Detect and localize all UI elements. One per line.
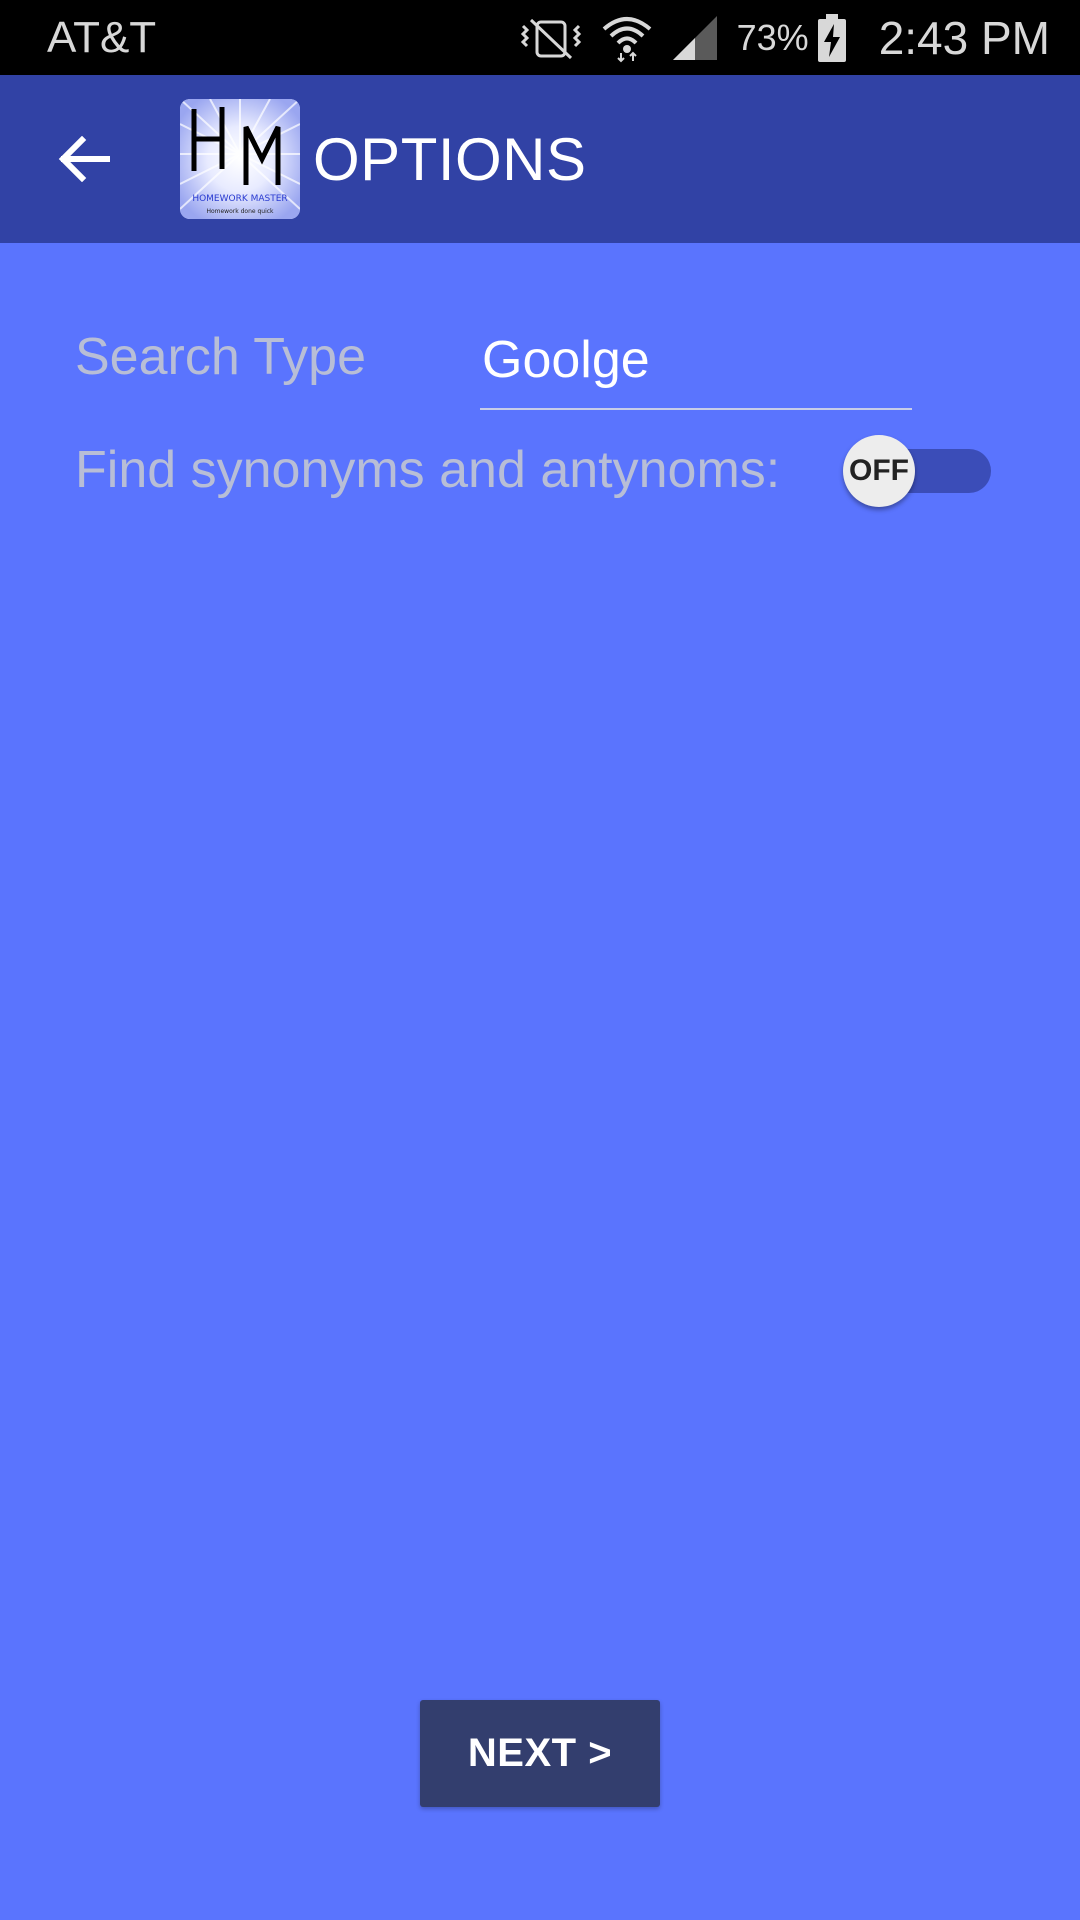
synonyms-toggle[interactable]: OFF xyxy=(843,435,993,507)
carrier-name: AT&T xyxy=(47,13,157,62)
next-button-label: NEXT > xyxy=(467,1731,613,1775)
back-button[interactable] xyxy=(50,125,118,193)
page-title: OPTIONS xyxy=(313,126,587,193)
toggle-thumb: OFF xyxy=(843,435,915,507)
clock: 2:43 PM xyxy=(878,11,1050,64)
search-type-field[interactable]: Goolge xyxy=(480,320,912,410)
app-logo: HOMEWORK MASTER Homework done quick xyxy=(180,99,300,219)
synonyms-label: Find synonyms and antynoms: xyxy=(75,441,781,499)
cell-signal-icon xyxy=(671,14,719,62)
svg-text:HOMEWORK MASTER: HOMEWORK MASTER xyxy=(192,194,287,204)
wifi-icon xyxy=(601,13,653,63)
arrow-back-icon xyxy=(58,136,110,182)
battery-percent: 73% xyxy=(736,16,809,58)
toggle-state-label: OFF xyxy=(849,454,909,487)
battery-charging-icon xyxy=(817,13,847,63)
app-bar: HOMEWORK MASTER Homework done quick OPTI… xyxy=(0,75,1080,243)
status-icons: 73% 2:43 PM xyxy=(519,0,1050,75)
search-type-value: Goolge xyxy=(482,331,650,389)
status-bar: AT&T 73% 2:43 PM xyxy=(0,0,1080,75)
search-type-label: Search Type xyxy=(75,328,367,386)
vibrate-mute-icon xyxy=(519,16,583,60)
svg-text:Homework done quick: Homework done quick xyxy=(206,208,274,215)
next-button[interactable]: NEXT > xyxy=(420,1700,660,1807)
